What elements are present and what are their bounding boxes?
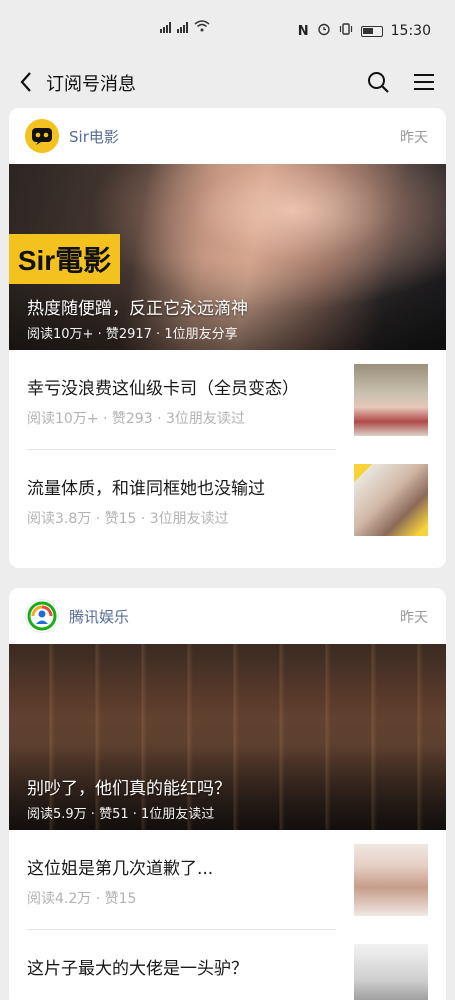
status-time: 15:30 [390,23,431,39]
post-time: 昨天 [400,610,428,626]
menu-button[interactable] [410,68,438,96]
search-button[interactable] [364,68,392,96]
nfc-icon: N [297,23,309,39]
article-thumbnail [354,364,428,436]
list-item[interactable]: 幸亏没浪费这仙级卡司（全员变态） 阅读10万+ · 赞293 · 3位朋友读过 [9,350,446,450]
subscription-card: 腾讯娱乐 昨天 别吵了，他们真的能红吗？ 阅读5.9万 · 赞51 · 1位朋友… [9,588,446,1000]
article-thumbnail [354,844,428,916]
hero-article[interactable]: 别吵了，他们真的能红吗？ 阅读5.9万 · 赞51 · 1位朋友读过 [9,644,446,830]
vibrate-icon [339,22,353,40]
article-meta: 阅读10万+ · 赞293 · 3位朋友读过 [27,411,245,427]
alarm-icon [317,22,331,40]
list-item[interactable]: 这位姐是第几次道歉了... 阅读4.2万 · 赞15 [9,830,446,930]
back-button[interactable] [14,68,38,96]
article-meta: 阅读3.8万 · 赞15 · 3位朋友读过 [27,511,229,527]
battery-icon [360,25,383,37]
menu-icon [414,74,434,90]
nav-bar: 订阅号消息 [0,62,455,102]
card-header[interactable]: 腾讯娱乐 昨天 [9,588,446,644]
tencent-news-logo-icon [27,601,57,631]
account-name[interactable]: 腾讯娱乐 [69,606,129,627]
account-name[interactable]: Sir电影 [69,126,119,147]
article-title: 这位姐是第几次道歉了... [27,859,214,879]
signal-icon [177,21,188,33]
network-indicators [160,20,210,34]
list-item[interactable]: 流量体质，和谁同框她也没输过 阅读3.8万 · 赞15 · 3位朋友读过 [9,450,446,550]
article-meta: 阅读4.2万 · 赞15 [27,891,137,907]
article-thumbnail [354,944,428,1000]
wifi-icon [194,20,210,34]
article-title: 流量体质，和谁同框她也没输过 [27,479,265,499]
subscription-card: Sir电影 昨天 Sir電影 热度随便蹭，反正它永远滴神 阅读10万+ · 赞2… [9,108,446,568]
hero-article[interactable]: Sir電影 热度随便蹭，反正它永远滴神 阅读10万+ · 赞2917 · 1位朋… [9,164,446,350]
hero-title: 别吵了，他们真的能红吗？ [27,779,231,799]
hero-meta: 阅读10万+ · 赞2917 · 1位朋友分享 [27,327,238,342]
article-title: 这片子最大的大佬是一头驴？ [27,959,248,979]
article-title: 幸亏没浪费这仙级卡司（全员变态） [27,379,299,399]
account-avatar[interactable] [25,119,59,153]
signal-icon [160,21,171,33]
status-bar: N 15:30 [0,0,455,62]
card-header[interactable]: Sir电影 昨天 [9,108,446,164]
list-item[interactable]: 这片子最大的大佬是一头驴？ [9,930,446,1000]
chevron-left-icon [20,72,31,92]
hero-title: 热度随便蹭，反正它永远滴神 [27,299,248,319]
hero-meta: 阅读5.9万 · 赞51 · 1位朋友读过 [27,807,215,822]
page-title: 订阅号消息 [46,74,136,95]
post-time: 昨天 [400,130,428,146]
account-avatar[interactable] [25,599,59,633]
sir-badge: Sir電影 [9,234,120,284]
article-thumbnail [354,464,428,536]
sir-logo-icon [32,128,52,145]
search-icon [368,72,389,93]
